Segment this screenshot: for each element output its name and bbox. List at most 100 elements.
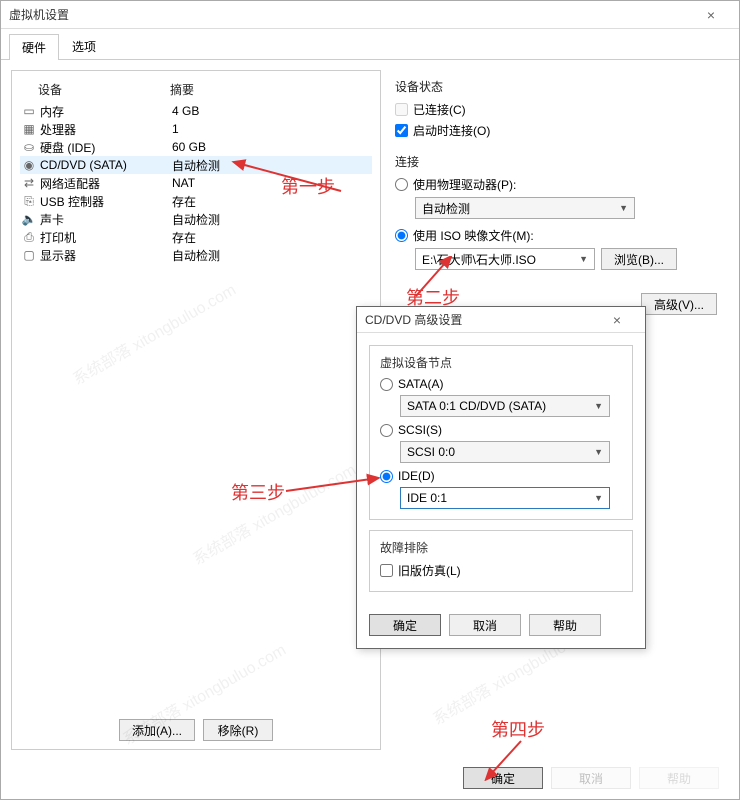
usb-icon: ⎘ (22, 194, 36, 208)
scsi-combo-wrap: SCSI 0:0 ▼ (400, 441, 622, 463)
vm-settings-window: 虚拟机设置 × 硬件 选项 设备 摘要 ▭内存4 GB ▦ 处理器 1 ⛀ 硬盘 (IDE… (0, 0, 740, 800)
cancel-button[interactable]: 取消 (551, 767, 631, 789)
connection-group: 连接 使用物理驱动器(P): 自动检测 ▼ 使用 ISO 映像文件(M): (395, 153, 721, 270)
sata-radio[interactable]: SATA(A) (380, 377, 622, 391)
iso-row: E:\石大师\石大师.ISO ▼ 浏览(B)... (415, 248, 721, 270)
connect-on-power-checkbox[interactable]: 启动时连接(O) (395, 122, 721, 139)
device-row[interactable]: ⎙打印机存在 (20, 228, 372, 246)
remove-button[interactable]: 移除(R) (203, 719, 273, 741)
device-row[interactable]: ◉CD/DVD (SATA)自动检测 (20, 156, 372, 174)
scsi-radio[interactable]: SCSI(S) (380, 423, 622, 437)
ide-label: IDE(D) (398, 469, 435, 483)
col-device: 设备 (20, 81, 170, 98)
device-name: USB 控制器 (40, 193, 104, 210)
use-iso-label: 使用 ISO 映像文件(M): (413, 227, 534, 244)
device-list-footer: 添加(A)... 移除(R) (119, 719, 273, 741)
connected-label: 已连接(C) (413, 101, 466, 118)
ok-button[interactable]: 确定 (463, 767, 543, 789)
device-summary: 自动检测 (172, 247, 370, 264)
device-row[interactable]: ⇄网络适配器NAT (20, 174, 372, 192)
device-list-header: 设备 摘要 (20, 79, 372, 102)
legacy-checkbox[interactable]: 旧版仿真(L) (380, 562, 622, 579)
modal-title: CD/DVD 高级设置 (365, 311, 597, 328)
connect-on-power-input[interactable] (395, 124, 408, 137)
titlebar: 虚拟机设置 × (1, 1, 739, 29)
use-iso-radio[interactable]: 使用 ISO 映像文件(M): (395, 227, 721, 244)
connected-input (395, 103, 408, 116)
device-name: 显示器 (40, 247, 76, 264)
modal-help-button[interactable]: 帮助 (529, 614, 601, 636)
ide-value: IDE 0:1 (407, 491, 447, 505)
sata-combo[interactable]: SATA 0:1 CD/DVD (SATA) ▼ (400, 395, 610, 417)
tab-hardware[interactable]: 硬件 (9, 34, 59, 60)
modal-ok-button[interactable]: 确定 (369, 614, 441, 636)
disk-icon: ⛀ (22, 140, 36, 154)
close-icon[interactable]: × (691, 7, 731, 23)
device-row[interactable]: ⛀ 硬盘 (IDE) 60 GB (20, 138, 372, 156)
modal-cancel-button[interactable]: 取消 (449, 614, 521, 636)
device-name: 打印机 (40, 229, 76, 246)
chevron-down-icon: ▼ (619, 203, 628, 213)
use-iso-input[interactable] (395, 229, 408, 242)
device-summary: 60 GB (172, 140, 370, 154)
help-button[interactable]: 帮助 (639, 767, 719, 789)
device-status-group: 设备状态 已连接(C) 启动时连接(O) (395, 78, 721, 139)
use-physical-input[interactable] (395, 178, 408, 191)
device-list-pane: 设备 摘要 ▭内存4 GB ▦ 处理器 1 ⛀ 硬盘 (IDE) 60 GB ◉CD/DVD … (11, 70, 381, 750)
ide-combo[interactable]: IDE 0:1 ▼ (400, 487, 610, 509)
scsi-value: SCSI 0:0 (407, 445, 455, 459)
legacy-input[interactable] (380, 564, 393, 577)
device-summary: 1 (172, 122, 370, 136)
device-summary: 自动检测 (172, 211, 370, 228)
iso-path-value: E:\石大师\石大师.ISO (422, 251, 536, 268)
browse-button[interactable]: 浏览(B)... (601, 248, 677, 270)
scsi-combo[interactable]: SCSI 0:0 ▼ (400, 441, 610, 463)
device-list: ▭内存4 GB ▦ 处理器 1 ⛀ 硬盘 (IDE) 60 GB ◉CD/DVD (SATA)… (20, 102, 372, 264)
connected-checkbox[interactable]: 已连接(C) (395, 101, 721, 118)
sound-icon: 🔈 (22, 212, 36, 226)
window-title: 虚拟机设置 (9, 6, 691, 23)
node-title: 虚拟设备节点 (380, 354, 622, 371)
device-row[interactable]: ▭内存4 GB (20, 102, 372, 120)
use-physical-radio[interactable]: 使用物理驱动器(P): (395, 176, 721, 193)
sata-value: SATA 0:1 CD/DVD (SATA) (407, 399, 546, 413)
device-name: 处理器 (40, 121, 76, 138)
display-icon: ▢ (22, 248, 36, 262)
device-name: 硬盘 (IDE) (40, 139, 95, 156)
col-summary: 摘要 (170, 81, 372, 98)
connection-title: 连接 (395, 153, 721, 170)
close-icon[interactable]: × (597, 312, 637, 328)
tab-options[interactable]: 选项 (59, 33, 109, 59)
ide-radio[interactable]: IDE(D) (380, 469, 622, 483)
physical-drive-combo[interactable]: 自动检测 ▼ (415, 197, 635, 219)
chevron-down-icon: ▼ (594, 493, 603, 503)
device-summary: 4 GB (172, 104, 370, 118)
device-row[interactable]: ▦ 处理器 1 (20, 120, 372, 138)
device-summary: 存在 (172, 193, 370, 210)
device-summary: NAT (172, 176, 370, 190)
cpu-icon: ▦ (22, 122, 36, 136)
dialog-footer: 确定 取消 帮助 (463, 767, 719, 789)
troubleshoot-fieldset: 故障排除 旧版仿真(L) (369, 530, 633, 592)
memory-icon: ▭ (22, 104, 36, 118)
ide-input[interactable] (380, 470, 393, 483)
ide-combo-wrap: IDE 0:1 ▼ (400, 487, 622, 509)
device-row[interactable]: ▢ 显示器 自动检测 (20, 246, 372, 264)
iso-path-combo[interactable]: E:\石大师\石大师.ISO ▼ (415, 248, 595, 270)
cd-dvd-advanced-dialog: CD/DVD 高级设置 × 虚拟设备节点 SATA(A) SATA 0:1 CD… (356, 306, 646, 649)
advanced-button[interactable]: 高级(V)... (641, 293, 717, 315)
device-summary: 自动检测 (172, 157, 370, 174)
device-row[interactable]: 🔈声卡自动检测 (20, 210, 372, 228)
add-button[interactable]: 添加(A)... (119, 719, 195, 741)
net-icon: ⇄ (22, 176, 36, 190)
sata-combo-wrap: SATA 0:1 CD/DVD (SATA) ▼ (400, 395, 622, 417)
troubleshoot-title: 故障排除 (380, 539, 622, 556)
scsi-input[interactable] (380, 424, 393, 437)
tab-bar: 硬件 选项 (1, 29, 739, 60)
sata-input[interactable] (380, 378, 393, 391)
use-physical-label: 使用物理驱动器(P): (413, 176, 516, 193)
modal-titlebar: CD/DVD 高级设置 × (357, 307, 645, 333)
virtual-node-fieldset: 虚拟设备节点 SATA(A) SATA 0:1 CD/DVD (SATA) ▼ … (369, 345, 633, 520)
device-row[interactable]: ⎘ USB 控制器 存在 (20, 192, 372, 210)
modal-body: 虚拟设备节点 SATA(A) SATA 0:1 CD/DVD (SATA) ▼ … (357, 333, 645, 614)
